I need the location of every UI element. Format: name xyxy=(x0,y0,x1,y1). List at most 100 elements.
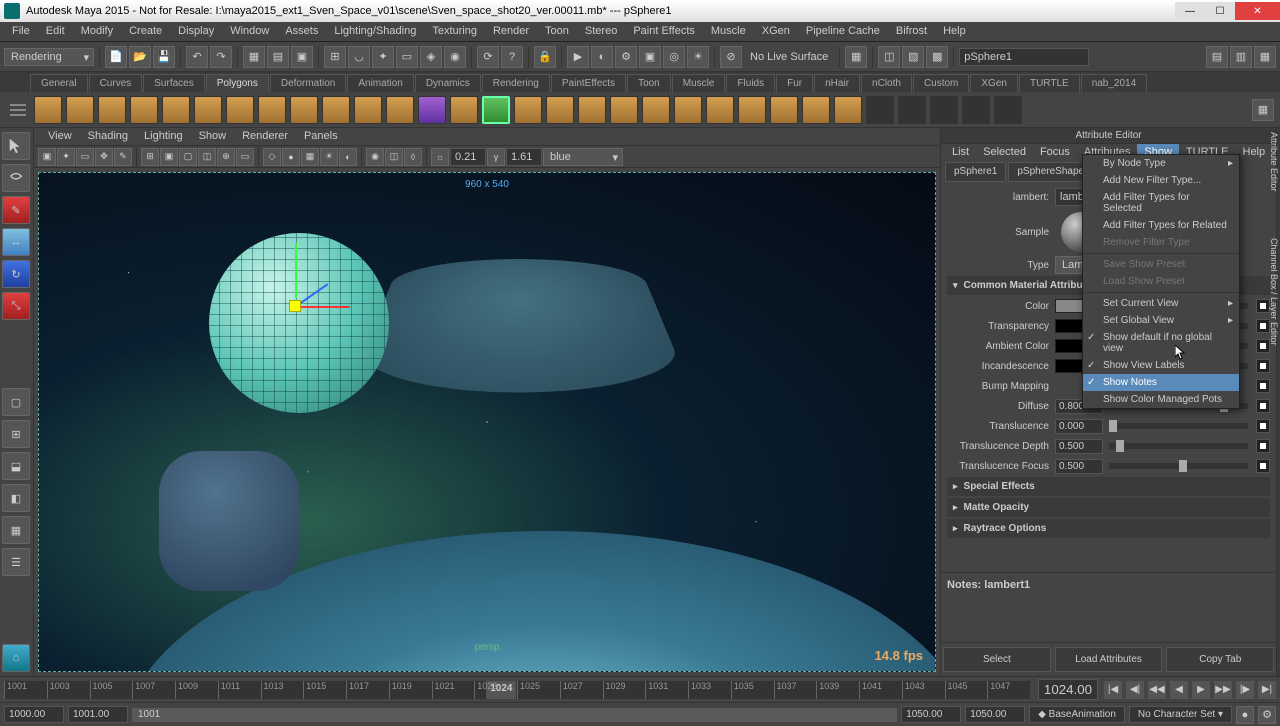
render-settings-icon[interactable]: ⚙ xyxy=(615,46,637,68)
diffuse-map-button[interactable] xyxy=(1256,399,1270,413)
layout-outliner-icon[interactable]: ☰ xyxy=(2,548,30,576)
open-scene-icon[interactable]: 📂 xyxy=(129,46,151,68)
vp-menu-renderer[interactable]: Renderer xyxy=(234,128,296,145)
step-back-key-icon[interactable]: ◀| xyxy=(1126,681,1144,699)
step-forward-icon[interactable]: ▶▶ xyxy=(1214,681,1232,699)
extract-icon[interactable] xyxy=(514,96,542,124)
range-end-field[interactable] xyxy=(965,706,1025,723)
scale-tool-icon[interactable]: ⤡ xyxy=(2,292,30,320)
minimize-button[interactable]: — xyxy=(1175,2,1205,20)
vp-field-chart-icon[interactable]: ⊕ xyxy=(217,148,235,166)
boolean-intersect-icon[interactable] xyxy=(642,96,670,124)
vp-gamma-field[interactable] xyxy=(450,148,486,166)
layout-four-icon[interactable]: ⊞ xyxy=(2,420,30,448)
separate-icon[interactable] xyxy=(482,96,510,124)
snap-view-icon[interactable]: ◉ xyxy=(444,46,466,68)
range-in-field[interactable] xyxy=(68,706,128,723)
ctx-show-notes[interactable]: Show Notes xyxy=(1083,374,1239,391)
vp-xray-icon[interactable]: ◫ xyxy=(385,148,403,166)
shelf-tab-fur[interactable]: Fur xyxy=(776,74,813,92)
boolean-union-icon[interactable] xyxy=(578,96,606,124)
shelf-tab-dynamics[interactable]: Dynamics xyxy=(415,74,481,92)
character-set-dropdown[interactable]: No Character Set ▾ xyxy=(1129,706,1232,723)
menu-edit[interactable]: Edit xyxy=(38,22,73,41)
shelf-tab-toon[interactable]: Toon xyxy=(627,74,671,92)
menu-bifrost[interactable]: Bifrost xyxy=(888,22,935,41)
vp-menu-view[interactable]: View xyxy=(40,128,80,145)
poly-cube-icon[interactable] xyxy=(66,96,94,124)
vp-safe-action-icon[interactable]: ▭ xyxy=(236,148,254,166)
shelf-tab-turtle[interactable]: TURTLE xyxy=(1019,74,1080,92)
menu-pipelinecache[interactable]: Pipeline Cache xyxy=(798,22,888,41)
rotate-tool-icon[interactable]: ↻ xyxy=(2,260,30,288)
sculpt-relax-icon[interactable] xyxy=(930,96,958,124)
ae-menu-focus[interactable]: Focus xyxy=(1033,144,1077,162)
append-icon[interactable] xyxy=(738,96,766,124)
step-back-icon[interactable]: ◀◀ xyxy=(1148,681,1166,699)
transfocus-map-button[interactable] xyxy=(1256,459,1270,473)
select-all-icon[interactable]: ▣ xyxy=(291,46,313,68)
ae-btn-select[interactable]: Select xyxy=(943,647,1051,672)
vp-bookmark-icon[interactable]: ✦ xyxy=(57,148,75,166)
sidebar-toggle-3-icon[interactable]: ▦ xyxy=(1254,46,1276,68)
help-icon[interactable]: ? xyxy=(501,46,523,68)
shelf-tab-nab_2014[interactable]: nab_2014 xyxy=(1081,74,1148,92)
sidebar-toggle-1-icon[interactable]: ▤ xyxy=(1206,46,1228,68)
sec-raytrace-options[interactable]: Raytrace Options xyxy=(947,519,1270,538)
transdepth-map-button[interactable] xyxy=(1256,439,1270,453)
transdepth-field[interactable] xyxy=(1055,439,1103,454)
transfocus-slider[interactable] xyxy=(1109,463,1248,469)
snap-point-icon[interactable]: ✦ xyxy=(372,46,394,68)
ctx-show-view-labels[interactable]: Show View Labels xyxy=(1083,357,1239,374)
poly-cone-icon[interactable] xyxy=(130,96,158,124)
side-tab-channel-box[interactable]: Channel Box / Layer Editor xyxy=(1269,238,1279,346)
vp-grease-icon[interactable]: ✎ xyxy=(114,148,132,166)
poly-type-icon[interactable] xyxy=(418,96,446,124)
menu-lightingshading[interactable]: Lighting/Shading xyxy=(326,22,424,41)
menu-file[interactable]: File xyxy=(4,22,38,41)
ctx-set-current-view[interactable]: Set Current View xyxy=(1083,295,1239,312)
menu-create[interactable]: Create xyxy=(121,22,170,41)
hypershade-icon[interactable]: ◎ xyxy=(663,46,685,68)
wireframe-icon[interactable]: ▨ xyxy=(902,46,924,68)
light-icon[interactable]: ☀ xyxy=(687,46,709,68)
close-button[interactable]: ✕ xyxy=(1235,2,1280,20)
offset-edge-icon[interactable] xyxy=(802,96,830,124)
vp-grid-icon[interactable]: ⊞ xyxy=(141,148,159,166)
menu-display[interactable]: Display xyxy=(170,22,222,41)
lasso-tool-icon[interactable] xyxy=(2,164,30,192)
step-forward-key-icon[interactable]: |▶ xyxy=(1236,681,1254,699)
transdepth-slider[interactable] xyxy=(1109,443,1248,449)
incandescence-map-button[interactable] xyxy=(1256,359,1270,373)
poly-sphere-icon[interactable] xyxy=(34,96,62,124)
vp-gate-mask-icon[interactable]: ◫ xyxy=(198,148,216,166)
vp-menu-shading[interactable]: Shading xyxy=(80,128,136,145)
shelf-tab-rendering[interactable]: Rendering xyxy=(482,74,550,92)
sec-matte-opacity[interactable]: Matte Opacity xyxy=(947,498,1270,517)
ipr-icon[interactable]: ◐ xyxy=(591,46,613,68)
vp-2d-pan-icon[interactable]: ✥ xyxy=(95,148,113,166)
shelf-options-icon[interactable] xyxy=(6,98,30,122)
sculpt-pinch-icon[interactable] xyxy=(994,96,1022,124)
vp-isolate-icon[interactable]: ◉ xyxy=(366,148,384,166)
poly-helix-icon[interactable] xyxy=(322,96,350,124)
menu-xgen[interactable]: XGen xyxy=(754,22,798,41)
vp-wireframe-icon[interactable]: ◇ xyxy=(263,148,281,166)
selected-sphere[interactable] xyxy=(209,233,389,413)
shelf-tab-surfaces[interactable]: Surfaces xyxy=(143,74,204,92)
range-out-field[interactable] xyxy=(901,706,961,723)
layout-two-h-icon[interactable]: ⬓ xyxy=(2,452,30,480)
xray-icon[interactable]: ◫ xyxy=(878,46,900,68)
side-tab-attribute-editor[interactable]: Attribute Editor xyxy=(1269,132,1279,192)
vp-textured-icon[interactable]: ▦ xyxy=(301,148,319,166)
vp-res-gate-icon[interactable]: ▢ xyxy=(179,148,197,166)
translucence-map-button[interactable] xyxy=(1256,419,1270,433)
shelf-tab-deformation[interactable]: Deformation xyxy=(270,74,346,92)
current-frame-field[interactable] xyxy=(1038,679,1098,700)
menu-assets[interactable]: Assets xyxy=(277,22,326,41)
translucence-slider[interactable] xyxy=(1109,423,1248,429)
vp-exposure-icon[interactable]: ☼ xyxy=(431,148,449,166)
ctx-show-default[interactable]: Show default if no global view xyxy=(1083,329,1239,357)
new-scene-icon[interactable]: 📄 xyxy=(105,46,127,68)
transfocus-field[interactable] xyxy=(1055,459,1103,474)
